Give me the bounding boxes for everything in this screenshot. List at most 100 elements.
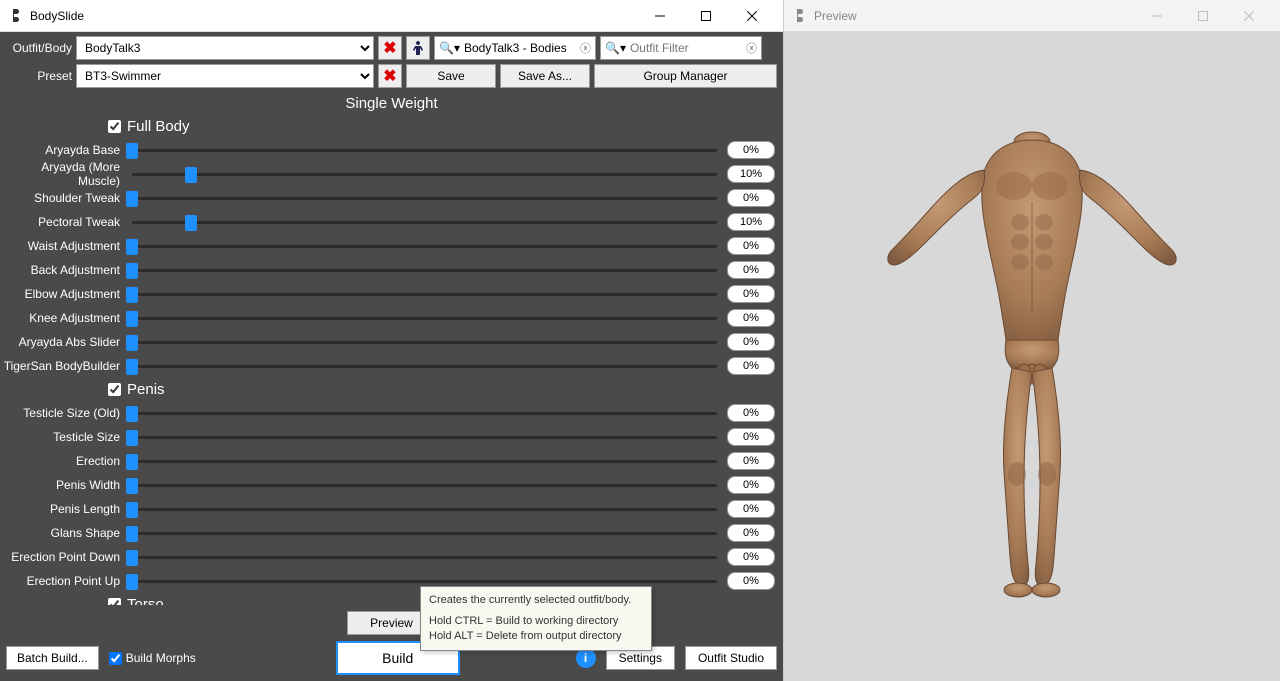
slider-track[interactable] <box>128 547 721 567</box>
slider-value-input[interactable]: 0% <box>727 333 775 351</box>
slider-label: Aryayda Base <box>0 143 128 157</box>
build-morphs-checkbox-label[interactable]: Build Morphs <box>109 651 196 665</box>
slider-thumb[interactable] <box>126 191 138 207</box>
preview-titlebar: Preview <box>784 0 1280 32</box>
slider-thumb[interactable] <box>126 574 138 590</box>
slider-value-input[interactable]: 0% <box>727 285 775 303</box>
outfit-delete-button[interactable]: ✖ <box>378 36 402 60</box>
slider-track[interactable] <box>128 403 721 423</box>
slider-track[interactable] <box>128 427 721 447</box>
preset-select[interactable]: BT3-Swimmer <box>76 64 374 88</box>
preset-delete-button[interactable]: ✖ <box>378 64 402 88</box>
slider-thumb[interactable] <box>126 502 138 518</box>
slider-track[interactable] <box>128 140 721 160</box>
slider-row: Aryayda (More Muscle) 10% <box>0 162 781 186</box>
slider-track[interactable] <box>128 356 721 376</box>
slider-thumb[interactable] <box>126 430 138 446</box>
slider-track[interactable] <box>128 308 721 328</box>
slider-row: Testicle Size (Old) 0% <box>0 401 781 425</box>
slider-value-input[interactable]: 0% <box>727 309 775 327</box>
slider-value-input[interactable]: 0% <box>727 261 775 279</box>
outfit-filter-search[interactable]: 🔍▾ ⓧ <box>600 36 762 60</box>
slider-value-input[interactable]: 0% <box>727 237 775 255</box>
slider-track[interactable] <box>128 284 721 304</box>
slider-label: Knee Adjustment <box>0 311 128 325</box>
close-button[interactable] <box>729 1 775 31</box>
preview-viewport[interactable] <box>784 32 1280 681</box>
slider-thumb[interactable] <box>126 239 138 255</box>
info-icon[interactable]: i <box>576 648 596 668</box>
slider-value-input[interactable]: 0% <box>727 548 775 566</box>
slider-thumb[interactable] <box>126 143 138 159</box>
slider-thumb[interactable] <box>126 287 138 303</box>
group-header[interactable]: Penis <box>0 378 781 401</box>
slider-row: Penis Width 0% <box>0 473 781 497</box>
save-button[interactable]: Save <box>406 64 496 88</box>
slider-thumb[interactable] <box>126 359 138 375</box>
slider-value-input[interactable]: 10% <box>727 213 775 231</box>
sliders-area[interactable]: Full Body Aryayda Base 0% Aryayda (More … <box>0 115 783 605</box>
slider-track[interactable] <box>128 164 721 184</box>
batch-build-button[interactable]: Batch Build... <box>6 646 99 670</box>
slider-track[interactable] <box>128 188 721 208</box>
slider-track[interactable] <box>128 475 721 495</box>
slider-value-input[interactable]: 0% <box>727 452 775 470</box>
slider-label: Back Adjustment <box>0 263 128 277</box>
slider-track[interactable] <box>128 499 721 519</box>
slider-thumb[interactable] <box>126 526 138 542</box>
slider-value-input[interactable]: 0% <box>727 476 775 494</box>
slider-thumb[interactable] <box>126 406 138 422</box>
group-checkbox[interactable] <box>108 383 121 396</box>
group-name: Torso <box>127 596 164 605</box>
group-checkbox[interactable] <box>108 598 121 605</box>
group-filter-input[interactable] <box>464 41 576 55</box>
slider-label: Waist Adjustment <box>0 239 128 253</box>
slider-value-input[interactable]: 0% <box>727 572 775 590</box>
search-icon: 🔍▾ <box>439 41 460 55</box>
slider-track[interactable] <box>128 332 721 352</box>
slider-value-input[interactable]: 0% <box>727 524 775 542</box>
group-header[interactable]: Torso <box>0 593 781 605</box>
group-header[interactable]: Full Body <box>0 115 781 138</box>
slider-row: Pectoral Tweak 10% <box>0 210 781 234</box>
slider-label: Glans Shape <box>0 526 128 540</box>
slider-thumb[interactable] <box>126 454 138 470</box>
clear-group-filter-icon[interactable]: ⓧ <box>580 40 591 56</box>
outfit-filter-input[interactable] <box>630 41 742 55</box>
slider-value-input[interactable]: 0% <box>727 500 775 518</box>
tooltip-line: Creates the currently selected outfit/bo… <box>429 593 643 608</box>
outfit-body-select[interactable]: BodyTalk3 <box>76 36 374 60</box>
minimize-button[interactable] <box>637 1 683 31</box>
preview-maximize-button <box>1180 1 1226 31</box>
slider-value-input[interactable]: 0% <box>727 428 775 446</box>
save-as-button[interactable]: Save As... <box>500 64 590 88</box>
slider-track[interactable] <box>128 236 721 256</box>
slider-value-input[interactable]: 10% <box>727 165 775 183</box>
group-manager-button[interactable]: Group Manager <box>594 64 777 88</box>
slider-value-input[interactable]: 0% <box>727 141 775 159</box>
slider-value-input[interactable]: 0% <box>727 404 775 422</box>
maximize-button[interactable] <box>683 1 729 31</box>
slider-value-input[interactable]: 0% <box>727 357 775 375</box>
slider-thumb[interactable] <box>126 550 138 566</box>
slider-thumb[interactable] <box>185 167 197 183</box>
slider-value-input[interactable]: 0% <box>727 189 775 207</box>
outfit-refresh-button[interactable] <box>406 36 430 60</box>
slider-row: Knee Adjustment 0% <box>0 306 781 330</box>
slider-thumb[interactable] <box>126 478 138 494</box>
slider-thumb[interactable] <box>126 311 138 327</box>
slider-track[interactable] <box>128 451 721 471</box>
slider-track[interactable] <box>128 212 721 232</box>
clear-outfit-filter-icon[interactable]: ⓧ <box>746 40 757 56</box>
slider-thumb[interactable] <box>126 263 138 279</box>
slider-track[interactable] <box>128 523 721 543</box>
build-morphs-checkbox[interactable] <box>109 652 122 665</box>
group-filter-search[interactable]: 🔍▾ ⓧ <box>434 36 596 60</box>
outfit-studio-button[interactable]: Outfit Studio <box>685 646 777 670</box>
slider-label: Erection Point Down <box>0 550 128 564</box>
slider-row: TigerSan BodyBuilder 0% <box>0 354 781 378</box>
group-checkbox[interactable] <box>108 120 121 133</box>
slider-thumb[interactable] <box>126 335 138 351</box>
slider-thumb[interactable] <box>185 215 197 231</box>
slider-track[interactable] <box>128 260 721 280</box>
